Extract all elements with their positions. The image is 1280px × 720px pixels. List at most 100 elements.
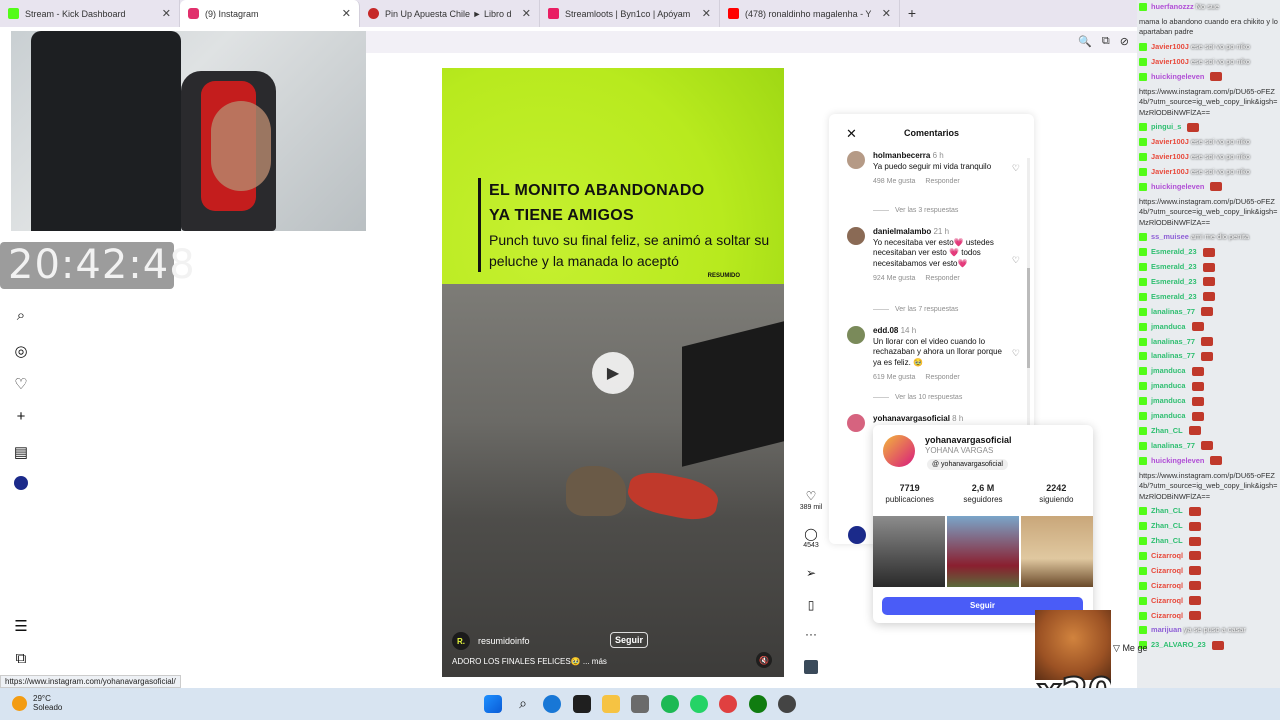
chat-username[interactable]: Javier100J <box>1149 137 1191 146</box>
chat-username[interactable]: pingui_s <box>1149 122 1183 131</box>
tab-kick[interactable]: Stream - Kick Dashboard ✕ <box>0 0 180 27</box>
close-tab-icon[interactable]: ✕ <box>522 7 531 20</box>
save-icon[interactable]: ▯ <box>797 598 825 612</box>
like-button[interactable]: ♡ 389 mil <box>797 489 825 511</box>
obs-icon[interactable] <box>778 695 796 713</box>
kick-badge-icon <box>1139 277 1147 286</box>
zoom-icon[interactable]: 🔍 <box>1078 35 1092 48</box>
create-icon[interactable]: + <box>6 408 36 425</box>
chat-username[interactable]: ss_muisee <box>1149 232 1191 241</box>
comment-avatar[interactable] <box>847 414 865 432</box>
more-options-icon[interactable]: ··· <box>797 627 825 641</box>
chat-username[interactable]: Javier100J <box>1149 57 1191 66</box>
chat-username[interactable]: Esmerald_23 <box>1149 292 1199 301</box>
kick-badge-icon <box>1139 566 1147 575</box>
chat-username[interactable]: lanalinas_77 <box>1149 441 1197 450</box>
mute-icon[interactable]: 🔇 <box>756 652 772 668</box>
chat-username[interactable]: jmanduca <box>1149 322 1188 331</box>
comment-avatar[interactable] <box>847 326 865 344</box>
chat-username[interactable]: jmanduca <box>1149 396 1188 405</box>
more-apps-icon[interactable]: ⧉ <box>6 650 36 667</box>
chat-username[interactable]: Zhan_CL <box>1149 536 1185 545</box>
tab-youtube[interactable]: (478) ronaldinho magalenha - Y ✕ <box>720 0 900 27</box>
profile-avatar[interactable] <box>883 435 915 467</box>
screenshot-icon[interactable]: ⧉ <box>1102 35 1110 48</box>
search-icon[interactable]: ⌕ <box>6 307 36 324</box>
follow-button[interactable]: Seguir <box>610 632 649 648</box>
profile-post-thumbnail[interactable] <box>873 516 945 587</box>
view-replies[interactable]: Ver las 10 respuestas <box>873 394 962 401</box>
whatsapp-icon[interactable] <box>690 695 708 713</box>
chat-username[interactable]: Esmerald_23 <box>1149 277 1199 286</box>
share-icon[interactable]: ➢ <box>797 566 825 580</box>
insights-icon[interactable]: ▤ <box>6 443 36 461</box>
chat-username[interactable]: 23_ALVARO_23 <box>1149 640 1208 649</box>
comment-avatar[interactable] <box>847 227 865 245</box>
chat-username[interactable]: lanalinas_77 <box>1149 307 1197 316</box>
notifications-icon[interactable]: ♡ <box>6 375 36 393</box>
view-replies[interactable]: Ver las 3 respuestas <box>873 207 958 214</box>
terminal-icon[interactable] <box>573 695 591 713</box>
chat-username[interactable]: Cizarroql <box>1149 581 1185 590</box>
chrome-icon[interactable] <box>719 695 737 713</box>
chat-username[interactable]: huickingeleven <box>1149 72 1206 81</box>
windows-start-icon[interactable] <box>484 695 502 713</box>
chat-username[interactable]: Cizarroql <box>1149 611 1185 620</box>
chat-username[interactable]: Cizarroql <box>1149 596 1185 605</box>
comment-like-icon[interactable]: ♡ <box>1012 348 1020 359</box>
comment-like-icon[interactable]: ♡ <box>1012 255 1020 266</box>
profile-username[interactable]: yohanavargasoficial <box>925 435 1012 445</box>
chat-username[interactable]: Esmerald_23 <box>1149 247 1199 256</box>
reel-account[interactable]: R. resumidoinfo <box>452 632 530 650</box>
chat-username[interactable]: jmanduca <box>1149 411 1188 420</box>
close-tab-icon[interactable]: ✕ <box>342 7 351 20</box>
audio-thumbnail[interactable] <box>797 660 825 677</box>
close-tab-icon[interactable]: ✕ <box>162 7 171 20</box>
chat-username[interactable]: Zhan_CL <box>1149 426 1185 435</box>
chat-username[interactable]: Esmerald_23 <box>1149 262 1199 271</box>
explore-icon[interactable]: ◎ <box>6 342 36 360</box>
comment-button[interactable]: ◯ 4543 <box>797 527 825 549</box>
tab-pinup[interactable]: Pin Up Apuesta Chile ► Libro d ✕ <box>360 0 540 27</box>
weather-widget[interactable]: 29°C Soleado <box>12 694 62 712</box>
chat-username[interactable]: lanalinas_77 <box>1149 337 1197 346</box>
snipping-tool-icon[interactable] <box>631 695 649 713</box>
chat-username[interactable]: Javier100J <box>1149 152 1191 161</box>
profile-post-thumbnail[interactable] <box>1021 516 1093 587</box>
comment-like-icon[interactable]: ♡ <box>1012 163 1020 174</box>
profile-avatar[interactable] <box>6 476 36 490</box>
play-icon[interactable]: ▶ <box>592 352 634 394</box>
close-tab-icon[interactable]: ✕ <box>882 7 891 20</box>
chat-username[interactable]: Zhan_CL <box>1149 506 1185 515</box>
chat-username[interactable]: Cizarroql <box>1149 566 1185 575</box>
comment-avatar[interactable] <box>847 151 865 169</box>
tab-instagram[interactable]: (9) Instagram ✕ <box>180 0 360 27</box>
scrollbar[interactable] <box>1027 158 1030 458</box>
chat-username[interactable]: huickingeleven <box>1149 456 1206 465</box>
menu-icon[interactable]: ☰ <box>6 617 36 635</box>
threads-badge[interactable]: @ yohanavargasoficial <box>927 459 1008 470</box>
edge-icon[interactable] <box>543 695 561 713</box>
chat-username[interactable]: Cizarroql <box>1149 551 1185 560</box>
profile-post-thumbnail[interactable] <box>947 516 1019 587</box>
file-explorer-icon[interactable] <box>602 695 620 713</box>
chat-username[interactable]: Javier100J <box>1149 167 1191 176</box>
chat-username[interactable]: huickingeleven <box>1149 182 1206 191</box>
chat-username[interactable]: jmanduca <box>1149 381 1188 390</box>
tab-streamloots[interactable]: Streamloots | Byn1co | Apóyam ✕ <box>540 0 720 27</box>
account-name[interactable]: resumidoinfo <box>478 636 530 646</box>
chat-username[interactable]: marijuan <box>1149 625 1184 634</box>
chat-username[interactable]: lanalinas_77 <box>1149 351 1197 360</box>
chat-username[interactable]: Javier100J <box>1149 42 1191 51</box>
new-tab-button[interactable]: + <box>900 0 924 27</box>
visibility-icon[interactable]: ⊘ <box>1120 35 1129 48</box>
chat-username[interactable]: jmanduca <box>1149 366 1188 375</box>
chat-username[interactable]: huerfanozzz <box>1149 2 1196 11</box>
xbox-icon[interactable] <box>749 695 767 713</box>
close-tab-icon[interactable]: ✕ <box>702 7 711 20</box>
chat-username[interactable]: Zhan_CL <box>1149 521 1185 530</box>
view-replies[interactable]: Ver las 7 respuestas <box>873 306 958 313</box>
reel-caption[interactable]: ADORO LOS FINALES FELICES🥹 ... más <box>452 657 607 666</box>
taskbar-search-icon[interactable]: ⌕ <box>514 695 532 713</box>
spotify-icon[interactable] <box>661 695 679 713</box>
